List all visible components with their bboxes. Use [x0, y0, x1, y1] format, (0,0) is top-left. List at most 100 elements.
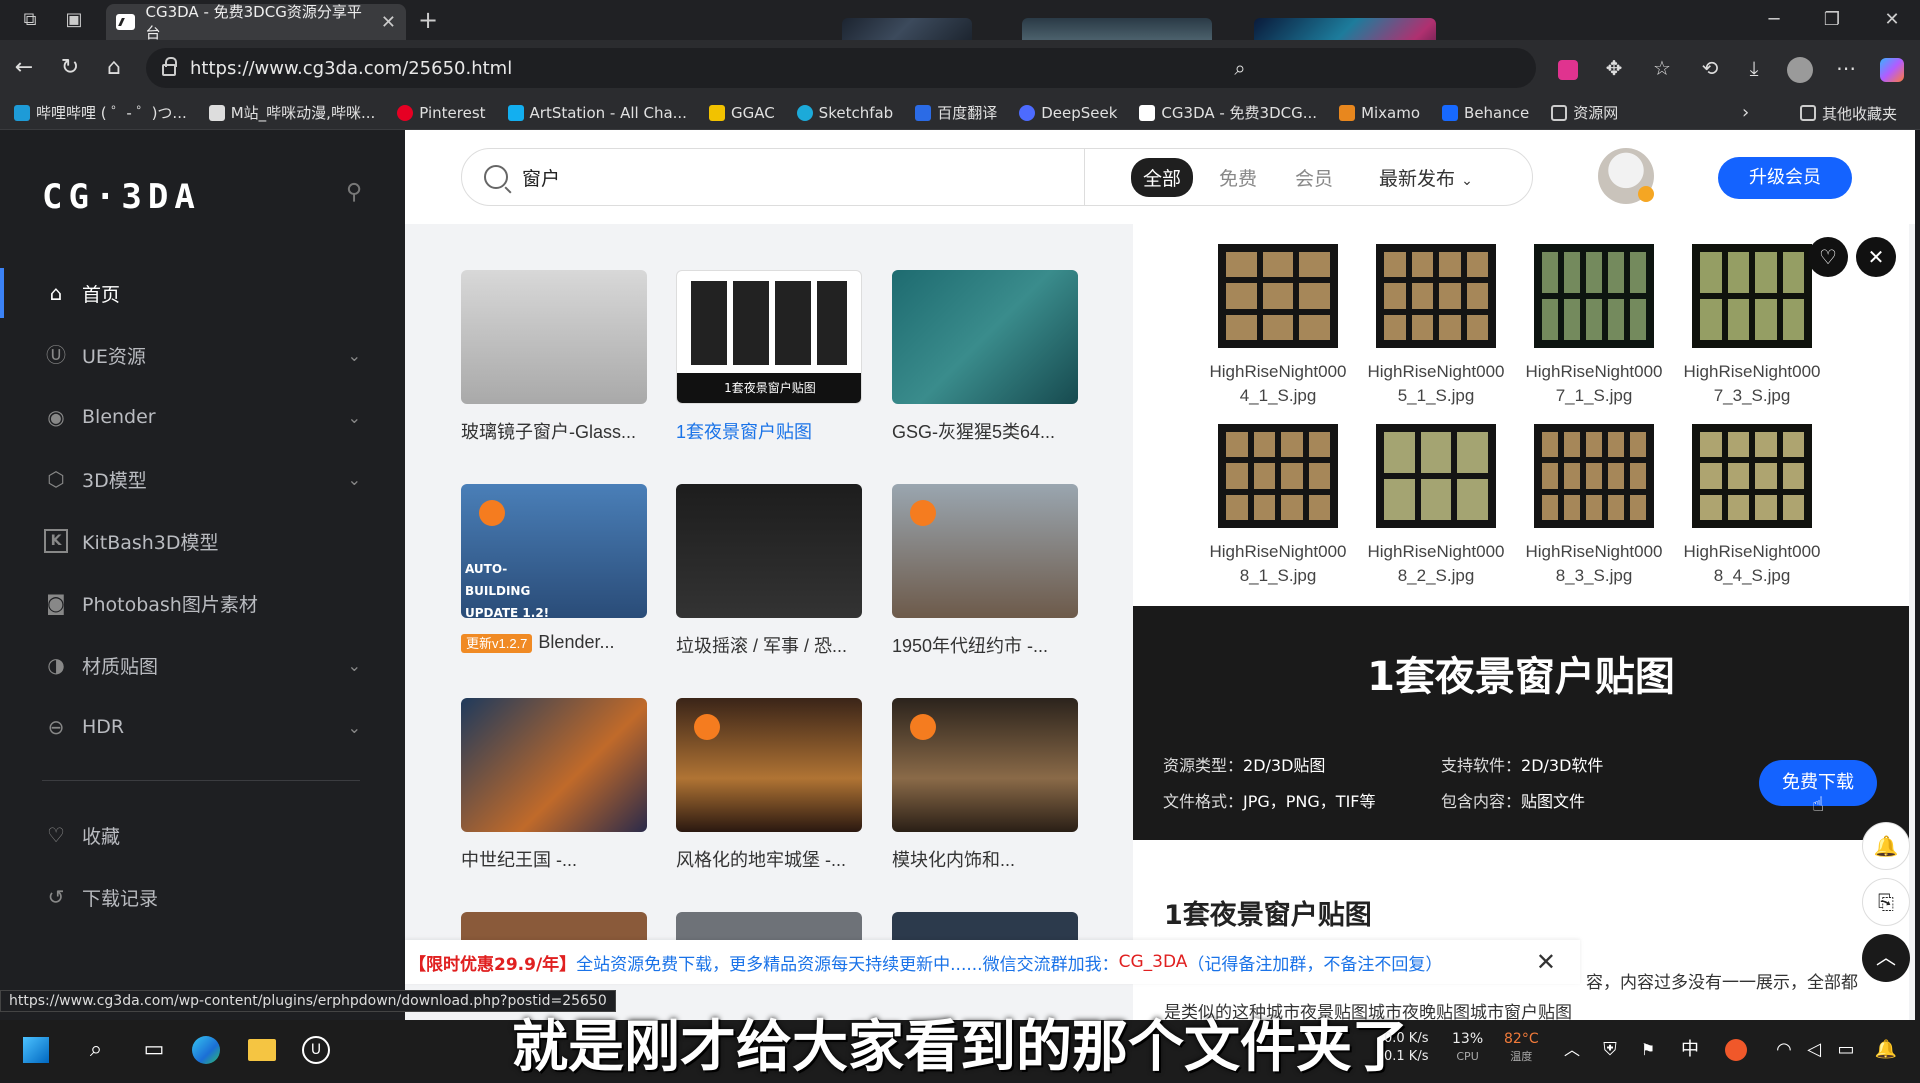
resource-card[interactable]: 1950年代纽约市 -... — [892, 484, 1078, 658]
card-thumbnail[interactable] — [892, 270, 1078, 404]
favorite-icon[interactable]: ♡ — [1808, 237, 1848, 277]
sort-dropdown[interactable]: 最新发布 ⌄ — [1367, 158, 1485, 197]
bookmark-sketchfab[interactable]: Sketchfab — [796, 104, 893, 122]
close-panel-icon[interactable]: ✕ — [1856, 237, 1896, 277]
file-item[interactable]: HighRiseNight0004_1_S.jpg — [1208, 244, 1348, 408]
avatar[interactable] — [1598, 148, 1654, 204]
extension-icon[interactable] — [1548, 48, 1588, 88]
close-tab-icon[interactable]: ✕ — [381, 12, 396, 33]
card-thumbnail[interactable] — [676, 484, 862, 618]
back-icon[interactable]: ← — [2, 40, 46, 96]
card-caption[interactable]: 玻璃镜子窗户-Glass... — [461, 418, 647, 444]
resource-card[interactable]: 模块化内饰和... — [892, 698, 1078, 872]
other-favorites[interactable]: 其他收藏夹 — [1800, 96, 1897, 130]
search-page-icon[interactable]: ⌕ — [1220, 48, 1260, 88]
bookmark-ggac[interactable]: GGAC — [708, 104, 775, 122]
sogou-icon[interactable] — [1716, 1030, 1756, 1070]
notification-icon[interactable]: 🔔 — [1862, 822, 1910, 870]
ime-indicator[interactable]: 中 — [1670, 1030, 1710, 1070]
bookmark-baidu-translate[interactable]: 百度翻译 — [915, 102, 997, 123]
filter-all[interactable]: 全部 — [1131, 157, 1194, 197]
bookmark-pinterest[interactable]: Pinterest — [397, 104, 486, 122]
card-caption[interactable]: 1950年代纽约市 -... — [892, 632, 1078, 658]
card-caption[interactable]: GSG-灰猩猩5类64... — [892, 418, 1078, 444]
new-tab-icon[interactable]: + — [410, 0, 446, 40]
favorites-icon[interactable]: ☆ — [1642, 48, 1682, 88]
card-caption[interactable]: 模块化内饰和... — [892, 846, 1078, 872]
card-caption[interactable]: 风格化的地牢城堡 -... — [676, 846, 862, 872]
card-thumbnail[interactable] — [892, 484, 1078, 618]
card-thumbnail[interactable]: AUTO-BUILDING UPDATE 1.2! — [461, 484, 647, 618]
file-item[interactable]: HighRiseNight0005_1_S.jpg — [1366, 244, 1506, 408]
bookmark-deepseek[interactable]: DeepSeek — [1019, 104, 1117, 122]
file-item[interactable]: HighRiseNight0008_2_S.jpg — [1366, 424, 1506, 588]
download-icon[interactable]: ⤓ — [1734, 48, 1774, 88]
close-window-icon[interactable]: ✕ — [1874, 0, 1910, 40]
sidebar-item-blender[interactable]: ◉ Blender ⌄ — [0, 392, 405, 442]
puzzle-icon[interactable]: ✥ — [1594, 48, 1634, 88]
bookmark-bilibili[interactable]: 哔哩哔哩 ( ゜- ゜)つ... — [14, 102, 187, 123]
pin-tray-icon[interactable]: ⚑ — [1628, 1030, 1668, 1070]
minimize-icon[interactable]: ─ — [1756, 0, 1792, 40]
pin-icon[interactable]: ⚲ — [346, 180, 362, 205]
filter-member[interactable]: 会员 — [1283, 158, 1345, 197]
bookmark-cg3da[interactable]: CG3DA - 免费3DCG... — [1139, 102, 1317, 123]
notification-center-icon[interactable]: 🔔 — [1866, 1030, 1906, 1070]
scroll-top-icon[interactable]: ︿ — [1862, 934, 1910, 982]
card-caption[interactable]: 1套夜景窗户贴图 — [676, 418, 862, 444]
bookmark-behance[interactable]: Behance — [1442, 104, 1529, 122]
card-caption[interactable]: 垃圾摇滚 / 军事 / 恐... — [676, 632, 862, 658]
profile-icon[interactable] — [1780, 48, 1820, 88]
bookmark-mixamo[interactable]: Mixamo — [1339, 104, 1420, 122]
card-thumbnail[interactable] — [892, 698, 1078, 832]
browser-tab-active[interactable]: CG3DA - 免费3DCG资源分享平台 ✕ — [106, 3, 406, 42]
bookmark-mzhan[interactable]: M站_哔咪动漫,哔咪... — [208, 102, 375, 123]
card-caption[interactable]: 中世纪王国 -... — [461, 846, 647, 872]
search-bar[interactable]: 全部 免费 会员 最新发布 ⌄ — [461, 148, 1533, 206]
sidebar-item-home[interactable]: ⌂ 首页 — [0, 268, 405, 318]
card-thumbnail[interactable]: 1套夜景窗户贴图 — [676, 270, 862, 404]
security-icon[interactable]: ⛨ — [1590, 1030, 1630, 1070]
resource-card[interactable]: 中世纪王国 -... — [461, 698, 647, 872]
search-input[interactable] — [522, 166, 1082, 188]
tray-overflow-icon[interactable]: ︿ — [1552, 1030, 1592, 1070]
card-thumbnail[interactable] — [676, 698, 862, 832]
copilot-icon[interactable] — [1872, 48, 1912, 88]
workspaces-icon[interactable]: ⧉ — [12, 0, 48, 40]
card-thumbnail[interactable] — [461, 270, 647, 404]
sidebar-item-downloads[interactable]: ↺ 下载记录 — [0, 872, 405, 922]
file-item[interactable]: HighRiseNight0008_4_S.jpg — [1682, 424, 1822, 588]
resource-card[interactable]: 玻璃镜子窗户-Glass... — [461, 270, 647, 444]
card-caption[interactable]: 更新v1.2.7 Blender... — [461, 632, 647, 653]
resource-card[interactable]: 垃圾摇滚 / 军事 / 恐... — [676, 484, 862, 658]
more-menu-icon[interactable]: ⋯ — [1826, 48, 1866, 88]
file-item[interactable]: HighRiseNight0008_1_S.jpg — [1208, 424, 1348, 588]
maximize-icon[interactable]: ❐ — [1814, 0, 1850, 40]
card-thumbnail[interactable] — [461, 698, 647, 832]
resource-card[interactable]: AUTO-BUILDING UPDATE 1.2! 更新v1.2.7 Blende… — [461, 484, 647, 653]
sidebar-item-photobash[interactable]: ◙ Photobash图片素材 — [0, 578, 405, 628]
filter-free[interactable]: 免费 — [1207, 158, 1269, 197]
url-text[interactable]: https://www.cg3da.com/25650.html — [190, 58, 512, 79]
bookmarks-overflow-icon[interactable]: › — [1742, 96, 1749, 130]
resource-card[interactable]: 风格化的地牢城堡 -... — [676, 698, 862, 872]
sidebar-item-kitbash[interactable]: K KitBash3D模型 — [0, 516, 405, 566]
resource-card[interactable]: GSG-灰猩猩5类64... — [892, 270, 1078, 444]
tab-actions-icon[interactable]: ▣ — [56, 0, 92, 40]
sidebar-item-favorites[interactable]: ♡ 收藏 — [0, 810, 405, 860]
bookmark-artstation[interactable]: ArtStation - All Cha... — [507, 104, 687, 122]
bookmark-folder[interactable]: 资源网 — [1551, 102, 1618, 123]
address-bar[interactable]: https://www.cg3da.com/25650.html — [146, 48, 1536, 88]
resource-card[interactable]: 1套夜景窗户贴图 1套夜景窗户贴图 — [676, 270, 862, 444]
share-icon[interactable]: ⎘ — [1862, 878, 1910, 926]
history-browser-icon[interactable]: ⟲ — [1690, 48, 1730, 88]
sidebar-item-ue[interactable]: Ⓤ UE资源 ⌄ — [0, 330, 405, 380]
battery-icon[interactable]: ▭ — [1826, 1030, 1866, 1070]
file-item[interactable]: HighRiseNight0008_3_S.jpg — [1524, 424, 1664, 588]
reload-icon[interactable]: ↻ — [48, 40, 92, 96]
home-browser-icon[interactable]: ⌂ — [92, 40, 136, 96]
file-item[interactable]: HighRiseNight0007_3_S.jpg — [1682, 244, 1822, 408]
file-item[interactable]: HighRiseNight0007_1_S.jpg — [1524, 244, 1664, 408]
promo-text[interactable]: 全站资源免费下载，更多精品资源每天持续更新中......微信交流群加我： — [576, 950, 1118, 975]
upgrade-button[interactable]: 升级会员 — [1718, 157, 1852, 199]
